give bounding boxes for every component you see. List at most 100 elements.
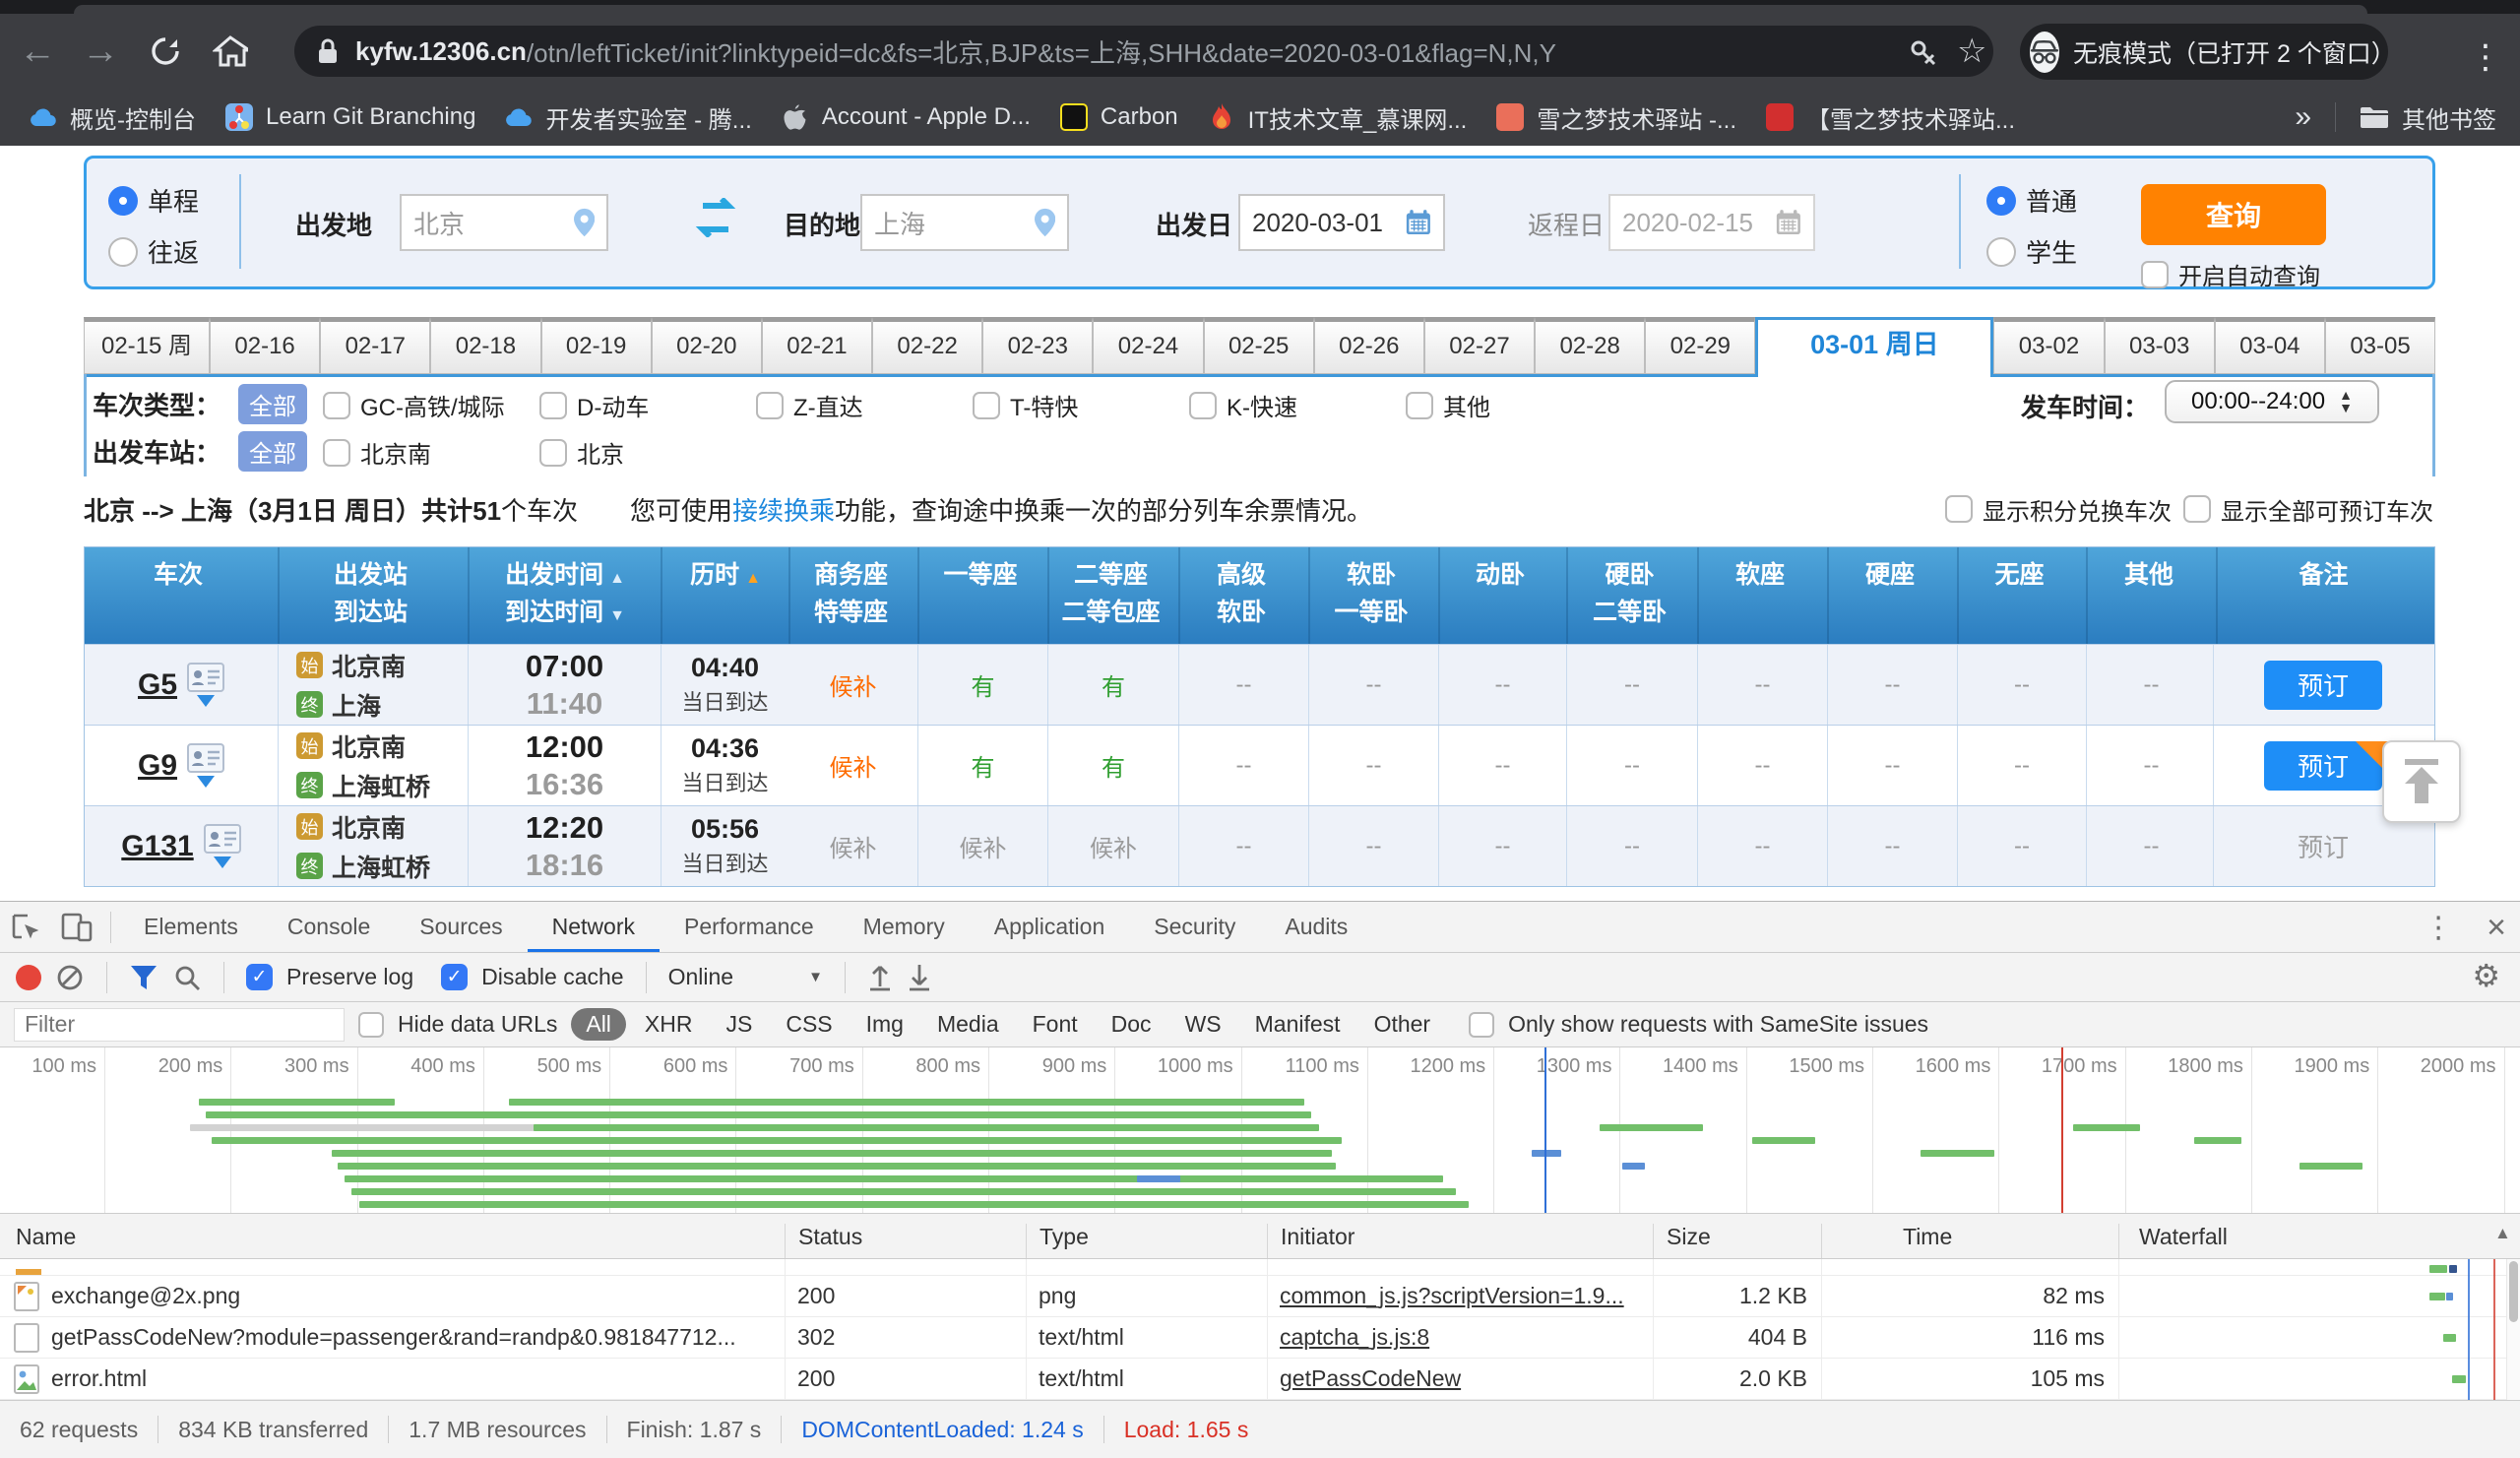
back-to-top-button[interactable] (2382, 740, 2461, 823)
date-tab[interactable]: 02-23 (982, 317, 1093, 374)
request-type-pill[interactable]: XHR (630, 1008, 708, 1041)
back-button[interactable]: ← (12, 26, 63, 77)
password-key-icon[interactable] (1908, 37, 1939, 69)
sort-icon[interactable]: ▲ (609, 570, 625, 587)
devtools-close-button[interactable]: × (2487, 909, 2506, 947)
disable-cache-checkbox[interactable]: ✓ (441, 964, 468, 990)
home-button[interactable] (205, 26, 256, 77)
train-type-checkbox[interactable]: D-动车 (539, 388, 649, 422)
col-time[interactable]: Time (1903, 1224, 1952, 1250)
date-tab[interactable]: 02-19 (541, 317, 652, 374)
show-points-toggle[interactable]: 显示积分兑换车次 (1945, 492, 2172, 527)
col-name[interactable]: Name (16, 1224, 76, 1250)
bookmark-star-icon[interactable]: ☆ (1957, 32, 1986, 71)
request-type-pill[interactable]: Manifest (1240, 1008, 1355, 1041)
query-button[interactable]: 查询 (2141, 184, 2326, 245)
to-input[interactable] (874, 208, 1035, 238)
request-name[interactable]: exchange@2x.png (51, 1283, 240, 1309)
date-tab[interactable]: 02-24 (1093, 317, 1203, 374)
export-har-button[interactable] (907, 963, 932, 992)
devtools-tab[interactable]: Performance (660, 902, 839, 952)
devtools-tab[interactable]: Memory (839, 902, 970, 952)
depart-station-checkbox[interactable]: 北京南 (323, 435, 431, 470)
bookmark-item[interactable]: 开发者实验室 - 腾... (505, 100, 751, 135)
train-type-checkbox[interactable]: 其他 (1406, 388, 1490, 422)
train-table-header-cell[interactable]: 硬座 (1827, 547, 1957, 644)
network-filter-input[interactable] (14, 1008, 345, 1042)
col-type[interactable]: Type (1040, 1224, 1089, 1250)
hide-data-urls-checkbox[interactable] (358, 1012, 384, 1038)
train-table-header-cell[interactable]: 软卧 一等卧 (1308, 547, 1438, 644)
forward-button[interactable]: → (75, 26, 126, 77)
browser-tab[interactable] (74, 5, 2367, 14)
scrollbar[interactable] (2506, 1259, 2520, 1400)
request-type-pill[interactable]: Other (1359, 1008, 1446, 1041)
bookmark-item[interactable]: Learn Git Branching (225, 103, 475, 131)
date-tab[interactable]: 02-29 (1645, 317, 1755, 374)
search-icon[interactable] (172, 963, 202, 992)
depart-date-field[interactable] (1238, 194, 1445, 251)
passenger-type-radio[interactable]: 普通 (1986, 182, 2077, 219)
return-date-input[interactable] (1622, 208, 1776, 238)
date-tab[interactable]: 03-04 (2215, 317, 2325, 374)
from-input[interactable] (413, 208, 574, 238)
bookmark-item[interactable]: 雪之梦技术驿站 -... (1496, 100, 1736, 135)
devtools-tab[interactable]: Elements (119, 902, 263, 952)
date-tab[interactable]: 02-27 (1424, 317, 1535, 374)
train-type-checkbox[interactable]: GC-高铁/城际 (323, 388, 505, 422)
col-size[interactable]: Size (1667, 1224, 1711, 1250)
date-tab[interactable]: 02-15 周 (84, 317, 210, 374)
expand-icon[interactable] (197, 776, 215, 788)
train-table-header-cell[interactable]: 其他 (2086, 547, 2216, 644)
bookmark-item[interactable]: Carbon (1060, 103, 1178, 131)
network-overview[interactable]: 100 ms200 ms300 ms400 ms500 ms600 ms700 … (0, 1047, 2520, 1214)
train-number-link[interactable]: G9 (138, 749, 177, 783)
date-tab[interactable]: 03-02 (1993, 317, 2104, 374)
train-type-checkbox[interactable]: T-特快 (973, 388, 1078, 422)
request-initiator-link[interactable]: common_js.js?scriptVersion=1.9... (1267, 1283, 1653, 1309)
request-type-pill[interactable]: Doc (1097, 1008, 1166, 1041)
date-tab[interactable]: 02-28 (1535, 317, 1645, 374)
request-type-pill[interactable]: Media (922, 1008, 1014, 1041)
devtools-tab[interactable]: Network (528, 902, 660, 952)
url-bar[interactable]: kyfw.12306.cn/otn/leftTicket/init?linkty… (294, 26, 1993, 77)
train-table-header-cell[interactable]: 一等座 (917, 547, 1047, 644)
train-number-link[interactable]: G5 (138, 668, 177, 702)
throttling-select[interactable]: Online▼ (668, 964, 823, 990)
depart-station-all-badge[interactable]: 全部 (238, 431, 307, 472)
train-number-link[interactable]: G131 (121, 830, 193, 863)
sort-icon[interactable]: ▼ (609, 607, 625, 624)
request-row-clipped[interactable] (0, 1259, 2520, 1276)
date-tab[interactable]: 03-01 周日 (1755, 317, 1993, 377)
import-har-button[interactable] (867, 963, 893, 992)
sort-icon[interactable]: ▲ (745, 570, 761, 587)
inspect-element-button[interactable] (0, 908, 51, 947)
train-table-header-cell[interactable]: 高级 软卧 (1178, 547, 1308, 644)
col-initiator[interactable]: Initiator (1281, 1224, 1354, 1250)
device-toolbar-button[interactable] (51, 908, 102, 947)
filter-funnel-icon[interactable] (129, 964, 158, 991)
request-row[interactable]: getPassCodeNew?module=passenger&rand=ran… (0, 1317, 2520, 1359)
trip-type-radio[interactable]: 往返 (108, 233, 199, 270)
request-type-pill[interactable]: JS (711, 1008, 767, 1041)
clear-button[interactable] (55, 963, 85, 992)
record-button[interactable] (16, 965, 41, 990)
train-table-header-cell[interactable]: 历时▲ (661, 547, 788, 644)
request-initiator-link[interactable]: captcha_js.js:8 (1267, 1324, 1653, 1351)
train-type-checkbox[interactable]: K-快速 (1189, 388, 1297, 422)
train-table-header-cell[interactable]: 车次 (85, 547, 278, 644)
samesite-checkbox[interactable] (1469, 1012, 1494, 1038)
date-tab[interactable]: 02-16 (210, 317, 320, 374)
browser-menu-button[interactable]: ⋮ (2469, 37, 2502, 77)
depart-time-select[interactable]: 00:00--24:00 ▲▼ (2165, 380, 2379, 423)
train-table-header-cell[interactable]: 软座 (1697, 547, 1827, 644)
devtools-menu-button[interactable]: ⋮ (2424, 911, 2453, 945)
auto-query-checkbox[interactable]: 开启自动查询 (2141, 257, 2320, 291)
col-status[interactable]: Status (798, 1224, 862, 1250)
date-tab[interactable]: 02-17 (320, 317, 430, 374)
train-table-header-cell[interactable]: 二等座 二等包座 (1047, 547, 1178, 644)
train-table-header-cell[interactable]: 动卧 (1438, 547, 1566, 644)
bookmark-item[interactable]: 【雪之梦技术驿站... (1766, 100, 2015, 135)
devtools-tab[interactable]: Security (1129, 902, 1260, 952)
incognito-badge[interactable]: 无痕模式（已打开 2 个窗口） (2020, 24, 2388, 80)
